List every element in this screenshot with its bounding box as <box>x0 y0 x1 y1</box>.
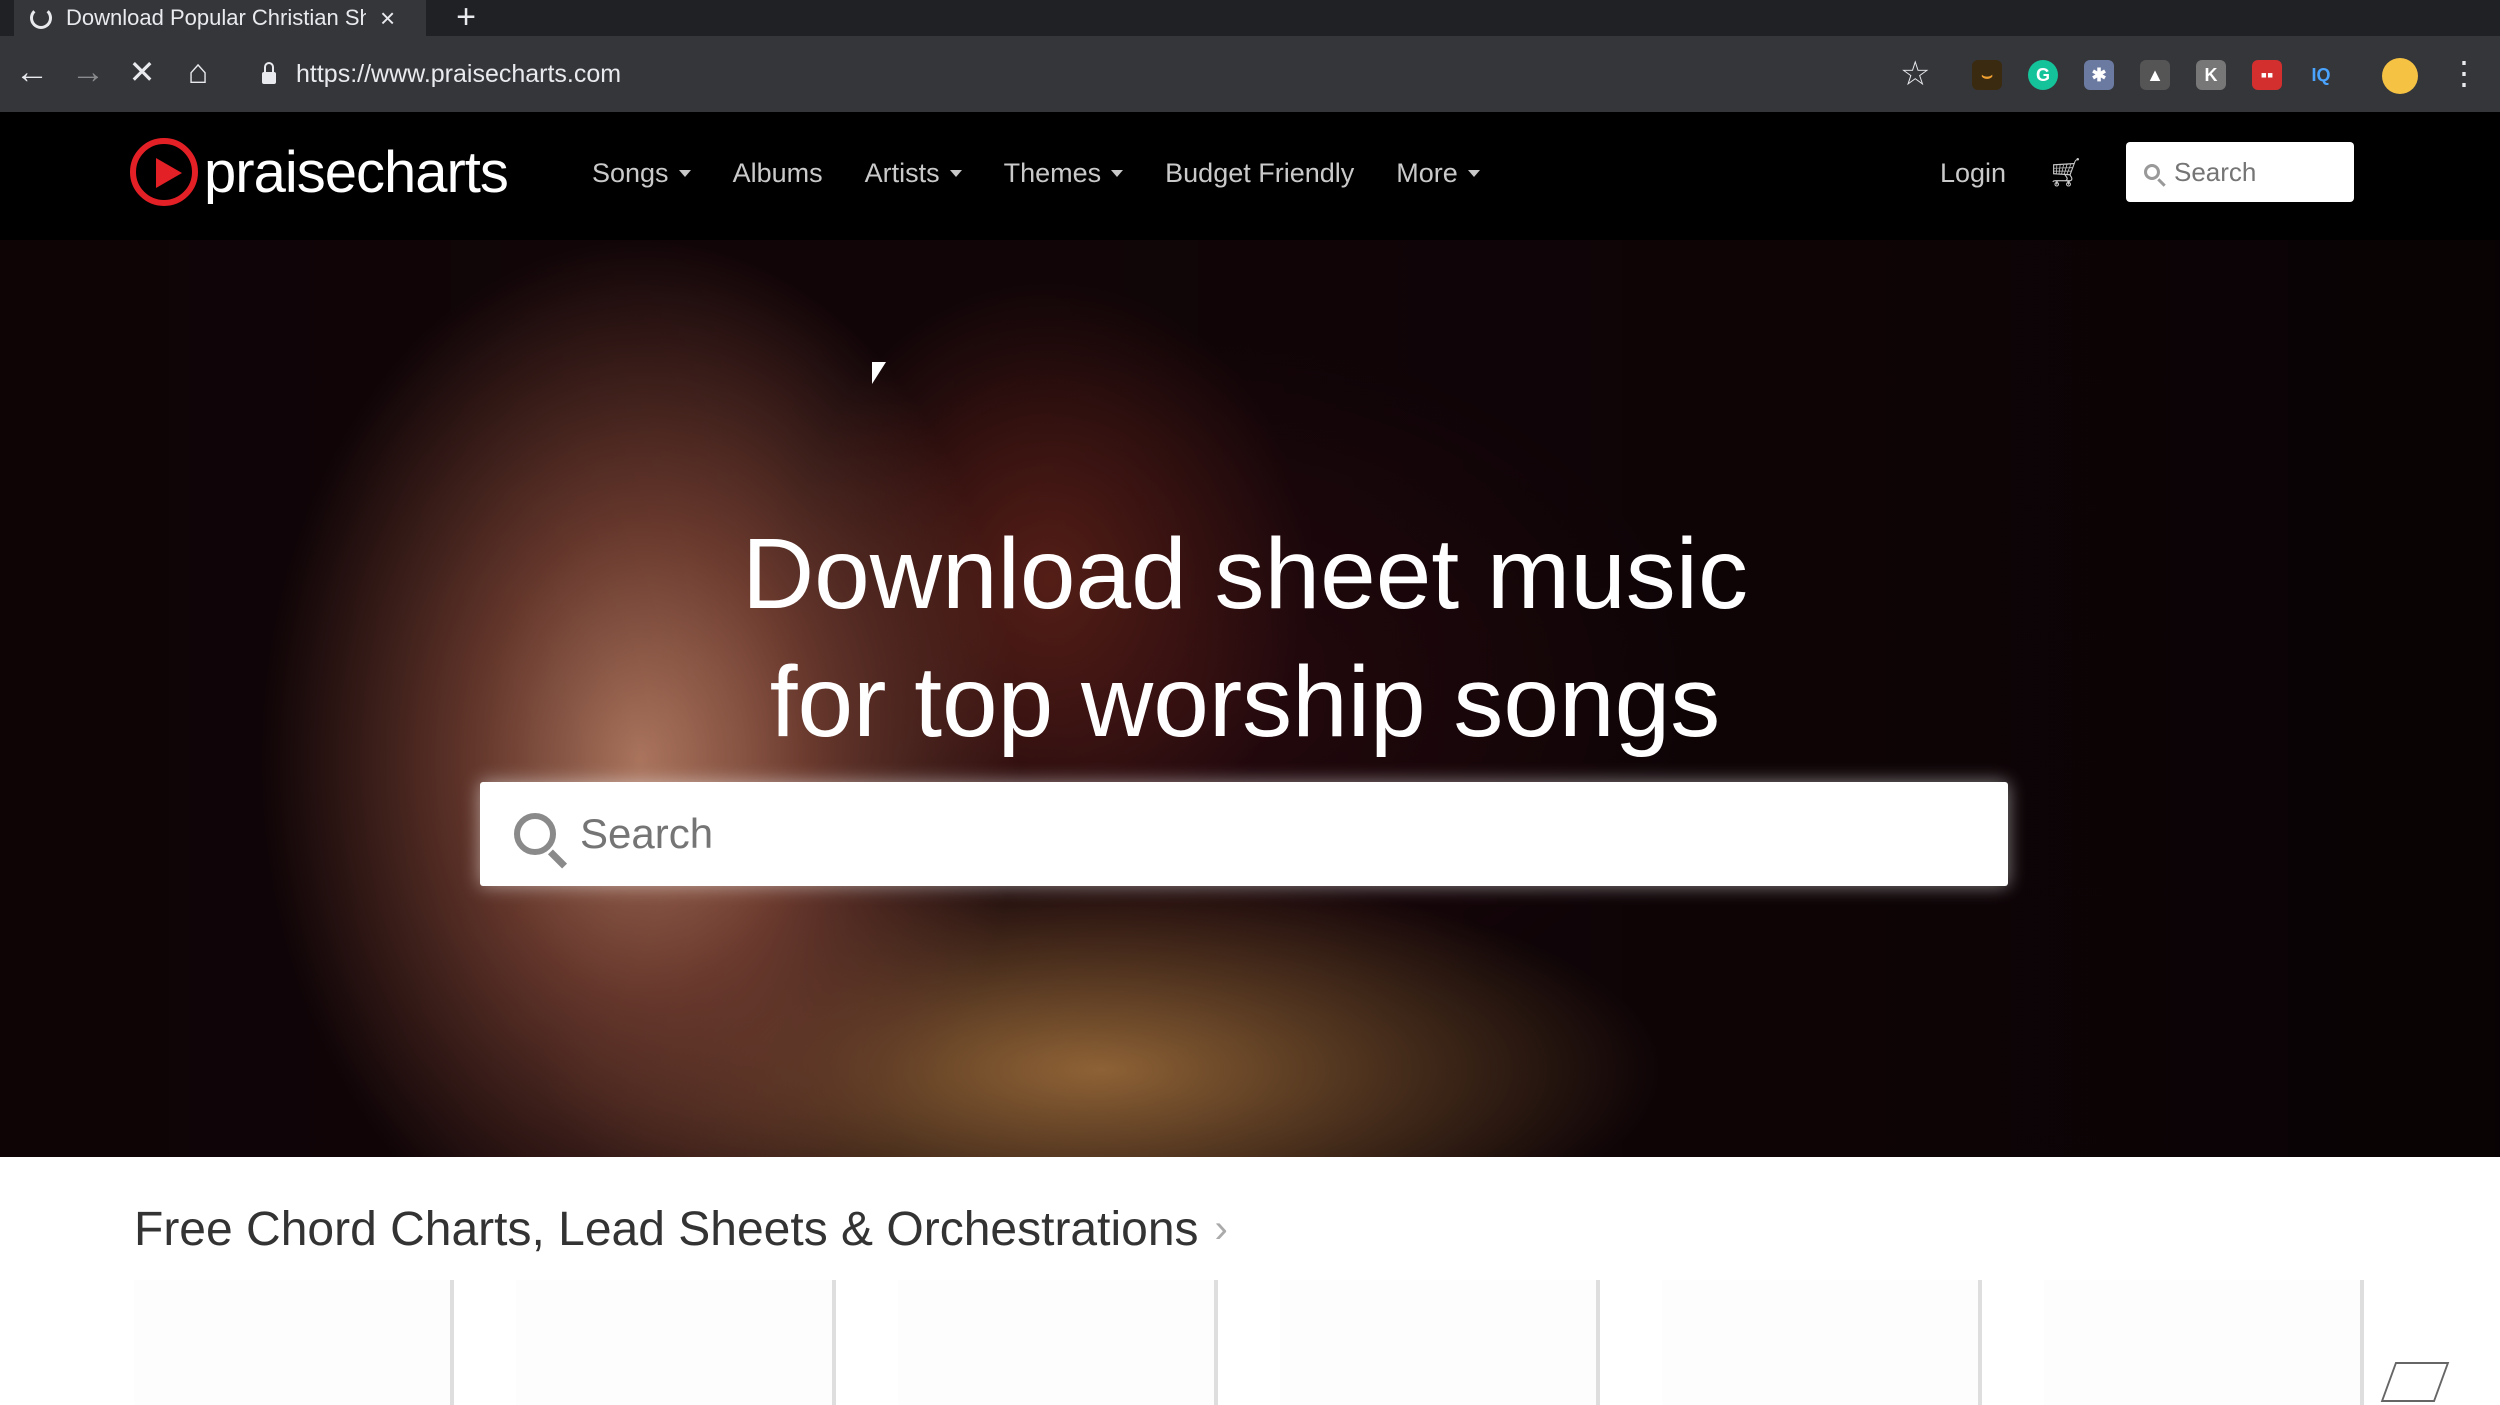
nav-more-label: More <box>1396 158 1458 188</box>
nav-more[interactable]: More <box>1396 158 1480 189</box>
browser-tab-strip: Download Popular Christian Sh × + <box>0 0 2500 36</box>
nav-themes[interactable]: Themes <box>1004 158 1124 189</box>
logo-wordmark: praisecharts <box>204 139 509 205</box>
home-icon[interactable]: ⌂ <box>176 50 220 94</box>
lock-icon <box>262 62 276 84</box>
hero-headline-line2: for top worship songs <box>769 646 1721 758</box>
mouse-cursor-icon <box>872 362 886 384</box>
hero-headline-line1: Download sheet music <box>741 518 1749 630</box>
section-title-text: Free Chord Charts, Lead Sheets & Orchest… <box>134 1203 1199 1256</box>
caret-down-icon <box>678 170 691 177</box>
cube-widget-icon[interactable] <box>2380 1362 2450 1402</box>
stop-loading-icon[interactable]: ✕ <box>120 50 164 94</box>
main-nav: Songs Albums Artists Themes Budget Frien… <box>592 158 1522 189</box>
hero-banner: Download sheet music for top worship son… <box>0 240 2500 1157</box>
nav-artists[interactable]: Artists <box>865 158 962 189</box>
chart-card[interactable] <box>516 1280 836 1405</box>
browser-toolbar: ← → ✕ ⌂ https://www.praisecharts.com ☆ ⌣… <box>0 36 2500 112</box>
section-heading[interactable]: Free Chord Charts, Lead Sheets & Orchest… <box>134 1202 1228 1257</box>
address-bar[interactable]: https://www.praisecharts.com <box>242 48 1952 100</box>
chart-card[interactable] <box>2044 1280 2364 1405</box>
nav-songs[interactable]: Songs <box>592 158 691 189</box>
iq-extension-icon[interactable]: IQ <box>2306 60 2336 90</box>
loading-spinner-icon <box>30 7 52 29</box>
chart-card[interactable] <box>134 1280 454 1405</box>
forward-arrow-icon[interactable]: → <box>66 50 110 94</box>
browser-tab[interactable]: Download Popular Christian Sh × <box>14 0 426 36</box>
play-logo-icon <box>130 138 198 206</box>
chart-card[interactable] <box>1280 1280 1600 1405</box>
login-link[interactable]: Login <box>1940 158 2006 189</box>
site-header: praisecharts Songs Albums Artists Themes… <box>0 112 2500 240</box>
nav-budget-label: Budget Friendly <box>1165 158 1355 188</box>
amazon-extension-icon[interactable]: ⌣ <box>1972 60 2002 90</box>
chart-card[interactable] <box>898 1280 1218 1405</box>
bookmark-star-icon[interactable]: ☆ <box>1900 54 1930 94</box>
url-text: https://www.praisecharts.com <box>296 59 622 88</box>
search-icon <box>514 813 556 855</box>
grammarly-extension-icon[interactable]: G <box>2028 60 2058 90</box>
caret-down-icon <box>1111 170 1124 177</box>
chart-card[interactable] <box>1662 1280 1982 1405</box>
menu-kebab-icon[interactable]: ⋮ <box>2448 54 2480 92</box>
nav-artists-label: Artists <box>864 158 940 188</box>
header-search-input[interactable] <box>2172 155 2336 189</box>
search-icon <box>2144 164 2160 180</box>
drive-extension-icon[interactable]: ▲ <box>2140 60 2170 90</box>
praisecharts-logo[interactable]: praisecharts <box>130 138 509 206</box>
caret-down-icon <box>949 170 962 177</box>
puzzle-extension-icon[interactable]: ✱ <box>2084 60 2114 90</box>
red-extension-icon[interactable]: ▪▪ <box>2252 60 2282 90</box>
tab-close-icon[interactable]: × <box>380 3 395 34</box>
nav-budget-friendly[interactable]: Budget Friendly <box>1165 158 1354 189</box>
nav-albums[interactable]: Albums <box>733 158 823 189</box>
new-tab-button[interactable]: + <box>448 0 484 36</box>
back-arrow-icon[interactable]: ← <box>10 50 54 94</box>
nav-albums-label: Albums <box>732 158 823 188</box>
nav-themes-label: Themes <box>1003 158 1102 188</box>
nav-songs-label: Songs <box>592 158 669 188</box>
tab-title: Download Popular Christian Sh <box>66 5 366 30</box>
hero-search-box[interactable] <box>480 782 2008 886</box>
header-search-box[interactable] <box>2126 142 2354 202</box>
k-extension-icon[interactable]: K <box>2196 60 2226 90</box>
cart-icon[interactable]: 🛒︎ <box>2048 156 2084 189</box>
profile-avatar[interactable] <box>2382 58 2418 94</box>
chevron-right-icon: › <box>1214 1207 1228 1251</box>
hero-search-input[interactable] <box>578 809 1962 859</box>
caret-down-icon <box>1467 170 1480 177</box>
